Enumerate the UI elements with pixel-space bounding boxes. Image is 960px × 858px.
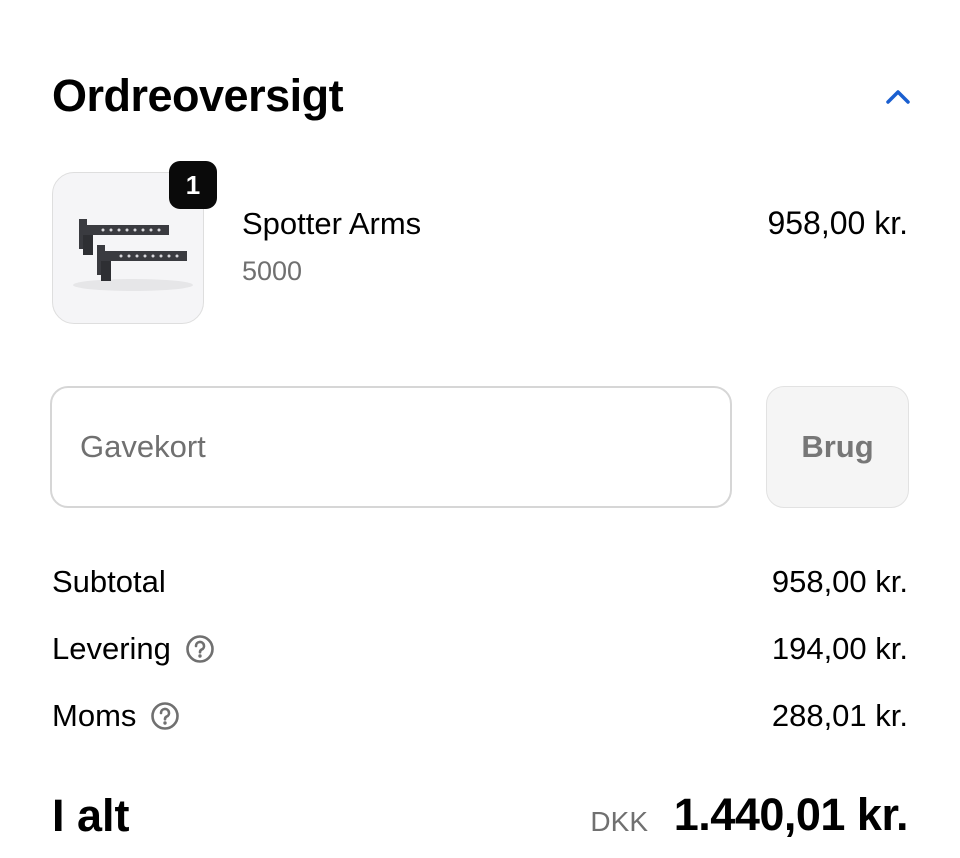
- tax-label: Moms: [52, 698, 180, 734]
- quantity-badge: 1: [169, 161, 217, 209]
- order-summary-title: Ordreoversigt: [52, 70, 344, 121]
- tax-value: 288,01 kr.: [771, 698, 908, 733]
- shipping-label-text: Levering: [52, 631, 171, 666]
- product-name: Spotter Arms: [242, 206, 422, 241]
- product-price: 958,00 kr.: [767, 205, 908, 241]
- total-label: I alt: [52, 790, 130, 841]
- apply-gift-card-button[interactable]: Brug: [766, 386, 909, 508]
- subtotal-value: 958,00 kr.: [771, 564, 908, 599]
- product-variant: 5000: [242, 256, 303, 286]
- tax-label-text: Moms: [52, 698, 137, 733]
- subtotal-label: Subtotal: [52, 564, 166, 600]
- help-circle-icon[interactable]: [185, 634, 215, 664]
- shipping-label: Levering: [52, 631, 215, 667]
- total-value: 1.440,01 kr.: [673, 789, 909, 840]
- chevron-up-icon[interactable]: [880, 82, 916, 112]
- currency-code: DKK: [590, 806, 648, 837]
- subtotal-label-text: Subtotal: [52, 564, 166, 599]
- shipping-value: 194,00 kr.: [771, 631, 908, 666]
- gift-card-input[interactable]: [50, 386, 732, 508]
- help-circle-icon[interactable]: [150, 701, 180, 731]
